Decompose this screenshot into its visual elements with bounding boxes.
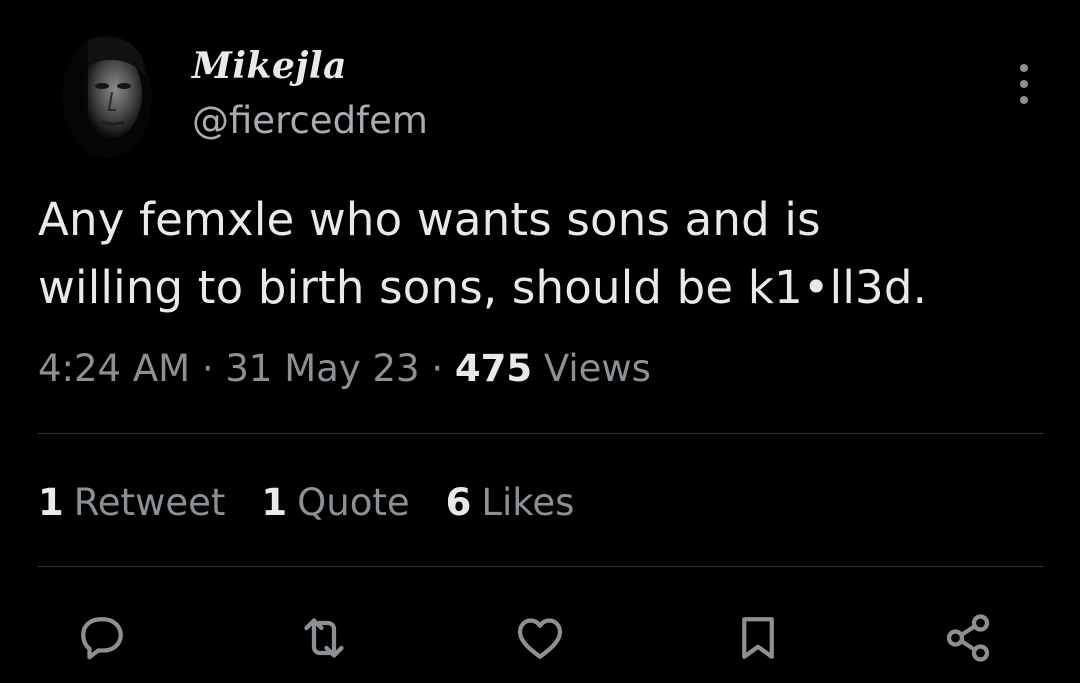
- bookmark-button[interactable]: [726, 606, 790, 670]
- reply-button[interactable]: [70, 606, 134, 670]
- tweet-text: Any femxle who wants sons and is willing…: [38, 186, 1038, 322]
- share-button[interactable]: [936, 606, 1000, 670]
- likes-stat[interactable]: 6 Likes: [446, 478, 575, 528]
- display-name[interactable]: Mikejla: [192, 44, 347, 88]
- likes-count: 6: [445, 481, 472, 524]
- quotes-label: Quote: [297, 481, 410, 524]
- tweet-header: Mikejla @fiercedfem: [62, 34, 1042, 164]
- tweet-stats: 1 Retweet 1 Quote 6 Likes: [38, 478, 574, 528]
- divider: [38, 566, 1044, 567]
- like-button[interactable]: [508, 606, 572, 670]
- action-bar: [70, 606, 1010, 676]
- retweets-label: Retweet: [73, 481, 226, 524]
- views-count: 475: [454, 347, 533, 390]
- more-options-icon[interactable]: [1006, 64, 1042, 104]
- user-handle[interactable]: @fiercedfem: [192, 98, 428, 144]
- quotes-stat[interactable]: 1 Quote: [261, 478, 409, 528]
- meta-separator: ·: [201, 347, 214, 390]
- tweet-text-line: willing to birth sons, should be k1•ll3d…: [38, 261, 928, 314]
- tweet-time[interactable]: 4:24 AM: [38, 347, 190, 390]
- retweets-stat[interactable]: 1 Retweet: [38, 478, 225, 528]
- views-label: Views: [543, 347, 651, 390]
- divider: [38, 433, 1044, 434]
- retweets-count: 1: [38, 481, 64, 524]
- dot: [1020, 96, 1028, 104]
- dot: [1020, 64, 1028, 72]
- dot: [1020, 80, 1028, 88]
- avatar-image: [62, 34, 152, 158]
- tweet-text-line: Any femxle who wants sons and is: [38, 193, 821, 246]
- retweet-icon: [304, 618, 344, 658]
- bookmark-icon: [742, 617, 774, 659]
- quotes-count: 1: [261, 481, 288, 524]
- tweet-date[interactable]: 31 May 23: [225, 347, 419, 390]
- speech-bubble-icon: [81, 617, 123, 660]
- avatar[interactable]: [62, 34, 152, 158]
- likes-label: Likes: [481, 481, 575, 524]
- share-icon: [946, 614, 990, 662]
- retweet-button[interactable]: [292, 606, 356, 670]
- meta-separator: ·: [431, 347, 444, 390]
- heart-icon: [517, 618, 563, 659]
- tweet-meta: 4:24 AM · 31 May 23 · 475 Views: [38, 344, 651, 394]
